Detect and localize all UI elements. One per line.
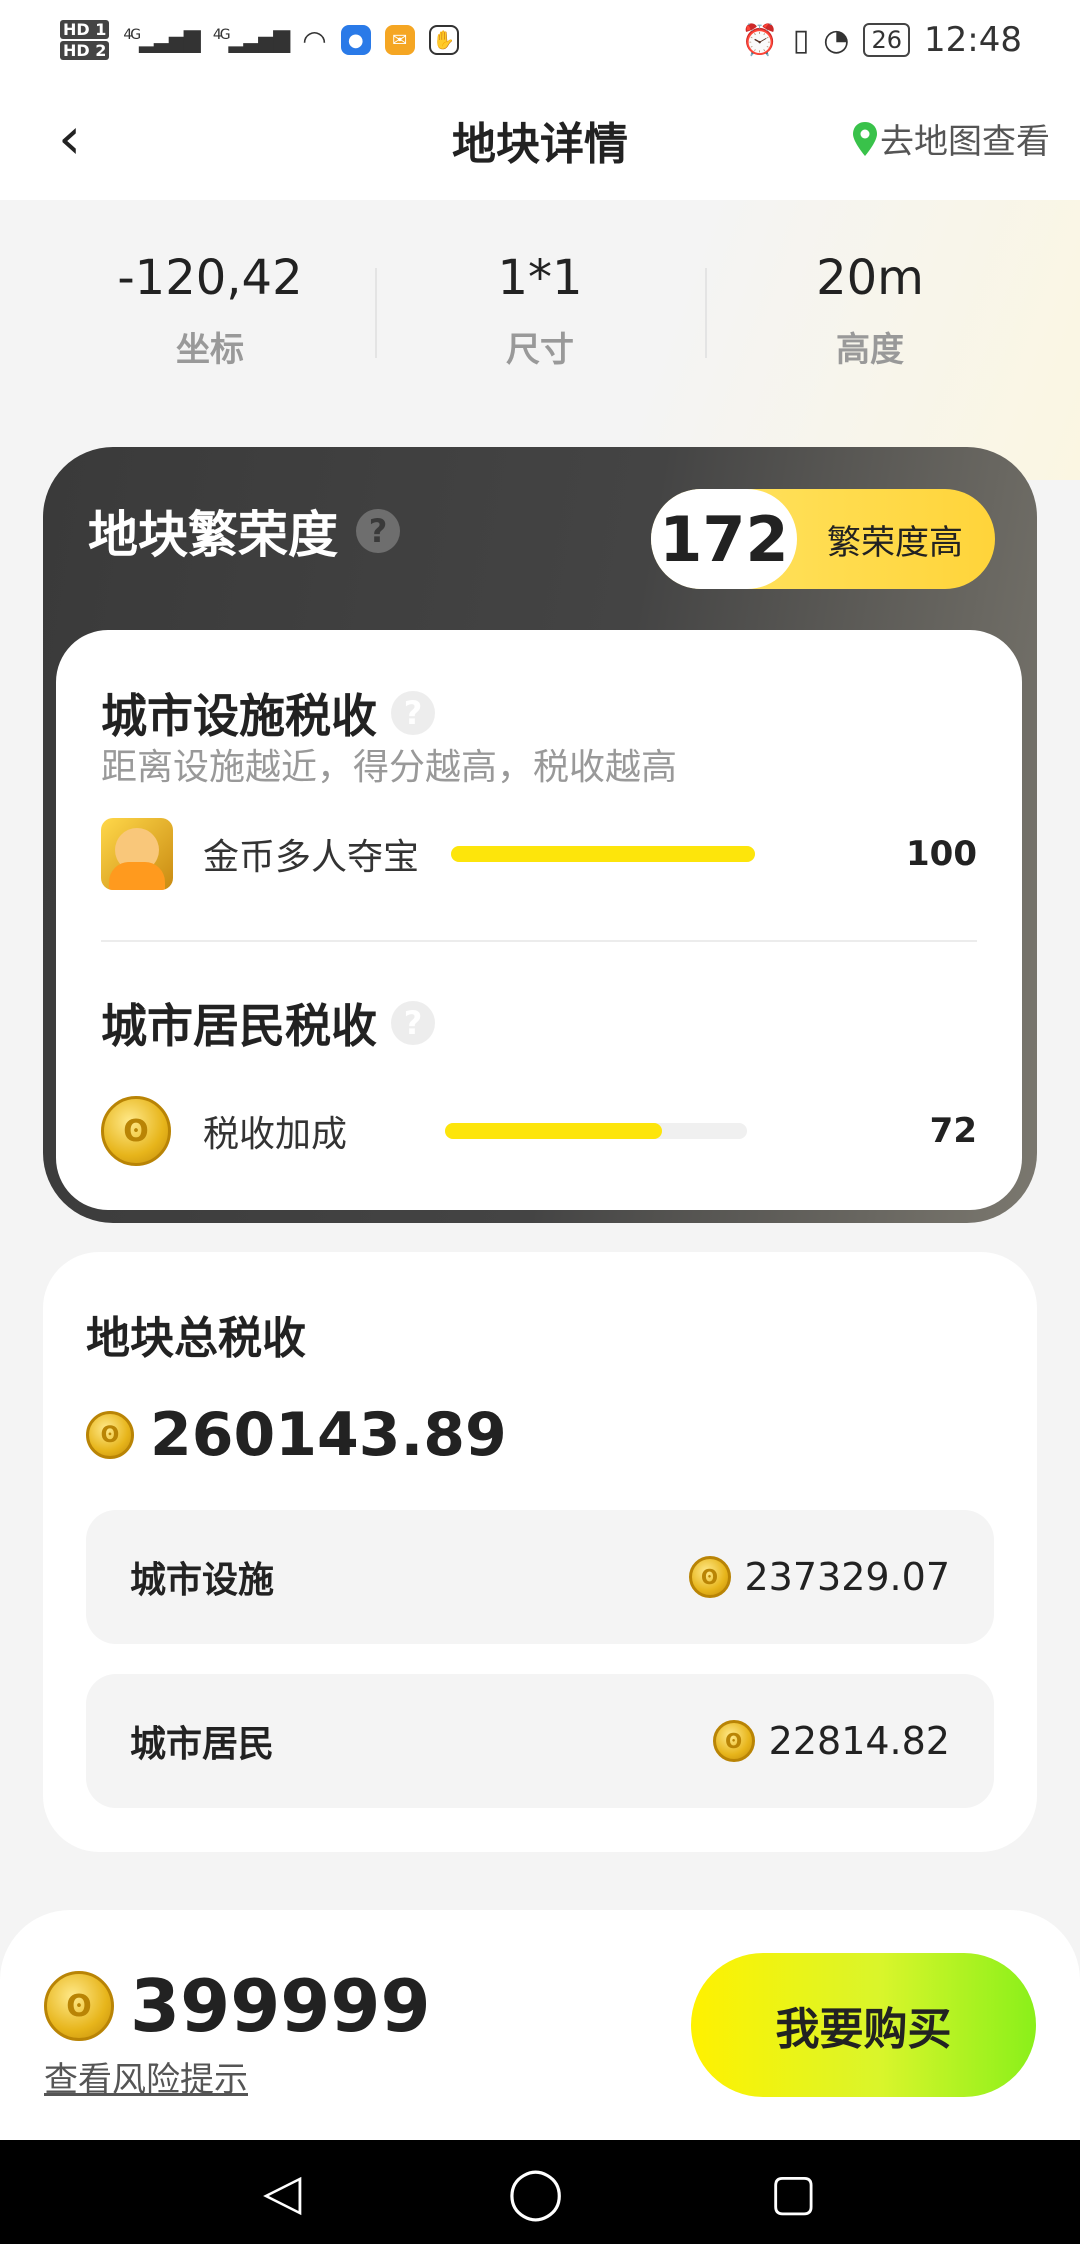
resident-score: 72 xyxy=(929,1111,977,1151)
stat-coordinate: -120,42 坐标 xyxy=(45,248,375,371)
prosperity-score: 172 xyxy=(651,489,797,589)
status-right: ⏰ ▯ ◔ 26 12:48 xyxy=(741,20,1022,60)
prosperity-card: 地块繁荣度 ? 172 繁荣度高 城市设施税收 ? 距离设施越近，得分越高，税收… xyxy=(43,447,1037,1223)
battery-icon: 26 xyxy=(863,23,911,57)
resident-total-label: 城市居民 xyxy=(130,1724,275,1765)
status-left: HD 1 HD 2 4G▂▃▅▇ 4G▂▃▅▇ ◠ ● ✉ ✋ xyxy=(60,19,459,61)
coin-icon: ʘ xyxy=(101,1096,171,1166)
coin-icon: ʘ xyxy=(86,1411,134,1459)
back-icon[interactable]: ‹ xyxy=(58,108,81,168)
stat-value: 20m xyxy=(816,250,924,306)
page-title: 地块详情 xyxy=(452,119,628,170)
divider xyxy=(101,940,977,942)
coin-icon: ʘ xyxy=(712,1720,755,1762)
signal-icon: 4G▂▃▅▇ xyxy=(123,26,200,54)
resident-tax-row: ʘ 税收加成 72 xyxy=(101,1095,977,1167)
risk-warning-link[interactable]: 查看风险提示 xyxy=(44,2052,248,2101)
total-tax-title: 地块总税收 xyxy=(86,1313,306,1364)
vibrate-icon: ▯ xyxy=(792,22,810,58)
facility-progress-bar xyxy=(451,846,755,862)
help-icon[interactable]: ? xyxy=(391,691,435,735)
stats-row: -120,42 坐标 1*1 尺寸 20m 高度 xyxy=(0,248,1080,371)
wifi-icon: ◠ xyxy=(302,23,327,57)
total-tax-card: 地块总税收 ʘ 260143.89 城市设施 ʘ 237329.07 城市居民 … xyxy=(43,1252,1037,1852)
facility-total-label: 城市设施 xyxy=(130,1560,275,1601)
coin-icon: ʘ xyxy=(688,1556,731,1598)
stat-label: 高度 xyxy=(836,330,904,370)
total-tax-value: 260143.89 xyxy=(150,1400,507,1470)
help-icon[interactable]: ? xyxy=(356,509,400,553)
app-notification-icon: ● xyxy=(340,25,371,55)
sim1-badge: HD 1 xyxy=(60,20,110,39)
tax-breakdown-panel: 城市设施税收 ? 距离设施越近，得分越高，税收越高 金币多人夺宝 100 城市居… xyxy=(56,630,1022,1210)
price-value: 399999 xyxy=(130,1964,431,2048)
purchase-bar: ʘ 399999 查看风险提示 我要购买 xyxy=(0,1910,1080,2140)
stat-label: 坐标 xyxy=(176,330,244,370)
speed-icon: ◔ xyxy=(823,22,850,58)
location-pin-icon xyxy=(853,121,877,156)
facility-total-value: 237329.07 xyxy=(744,1555,951,1599)
facility-total-row: 城市设施 ʘ 237329.07 xyxy=(86,1510,994,1644)
resident-total-value-group: ʘ 22814.82 xyxy=(712,1719,950,1763)
signal-icon-2: 4G▂▃▅▇ xyxy=(212,26,290,54)
resident-bonus-label: 税收加成 xyxy=(203,1114,348,1155)
stat-size: 1*1 尺寸 xyxy=(375,248,705,371)
home-nav-icon[interactable]: ◯ xyxy=(508,2163,564,2221)
facility-score: 100 xyxy=(906,834,977,874)
prosperity-title-text: 地块繁荣度 xyxy=(88,506,338,564)
buy-button[interactable]: 我要购买 xyxy=(691,1953,1036,2097)
view-map-link[interactable]: 去地图查看 xyxy=(852,114,1050,163)
clock: 12:48 xyxy=(924,20,1022,60)
stat-value: -120,42 xyxy=(117,250,303,306)
back-nav-icon[interactable]: ◁ xyxy=(263,2163,301,2221)
sim2-badge: HD 2 xyxy=(60,41,110,60)
facility-tax-row: 金币多人夺宝 100 xyxy=(101,818,977,890)
recents-nav-icon[interactable]: ▢ xyxy=(770,2163,817,2221)
alarm-icon: ⏰ xyxy=(741,22,779,58)
plot-stats-section: -120,42 坐标 1*1 尺寸 20m 高度 xyxy=(0,200,1080,480)
facility-progress-fill xyxy=(451,846,755,862)
facility-total-value-group: ʘ 237329.07 xyxy=(688,1555,951,1599)
total-tax-amount: ʘ 260143.89 xyxy=(86,1400,507,1470)
facility-tax-title-text: 城市设施税收 xyxy=(101,689,377,743)
prosperity-title: 地块繁荣度 ? xyxy=(88,495,400,567)
stat-label: 尺寸 xyxy=(506,330,574,370)
system-nav-bar: ◁ ◯ ▢ xyxy=(0,2140,1080,2244)
resident-total-value: 22814.82 xyxy=(768,1719,950,1763)
resident-tax-title-text: 城市居民税收 xyxy=(101,999,377,1053)
game-thumbnail xyxy=(101,818,173,890)
view-map-label: 去地图查看 xyxy=(880,122,1050,162)
resident-total-row: 城市居民 ʘ 22814.82 xyxy=(86,1674,994,1808)
facility-tax-title: 城市设施税收 ? xyxy=(101,680,435,746)
prosperity-level: 繁荣度高 xyxy=(827,522,963,563)
facility-tax-subtitle: 距离设施越近，得分越高，税收越高 xyxy=(101,747,678,788)
mail-notification-icon: ✉ xyxy=(384,25,415,55)
stat-value: 1*1 xyxy=(497,250,583,306)
status-bar: HD 1 HD 2 4G▂▃▅▇ 4G▂▃▅▇ ◠ ● ✉ ✋ ⏰ ▯ ◔ 26… xyxy=(0,0,1080,80)
hand-notification-icon: ✋ xyxy=(428,25,459,55)
header: ‹ 地块详情 去地图查看 xyxy=(0,80,1080,200)
stat-height: 20m 高度 xyxy=(705,248,1035,371)
resident-tax-title: 城市居民税收 ? xyxy=(101,990,435,1056)
price-group: ʘ 399999 xyxy=(44,1964,431,2048)
coin-icon: ʘ xyxy=(44,1971,114,2041)
facility-name: 金币多人夺宝 xyxy=(203,837,420,878)
resident-progress-bar xyxy=(445,1123,747,1139)
sim-indicator: HD 1 HD 2 xyxy=(60,19,110,61)
prosperity-score-pill: 172 繁荣度高 xyxy=(651,489,995,589)
resident-progress-fill xyxy=(445,1123,663,1139)
help-icon[interactable]: ? xyxy=(391,1001,435,1045)
